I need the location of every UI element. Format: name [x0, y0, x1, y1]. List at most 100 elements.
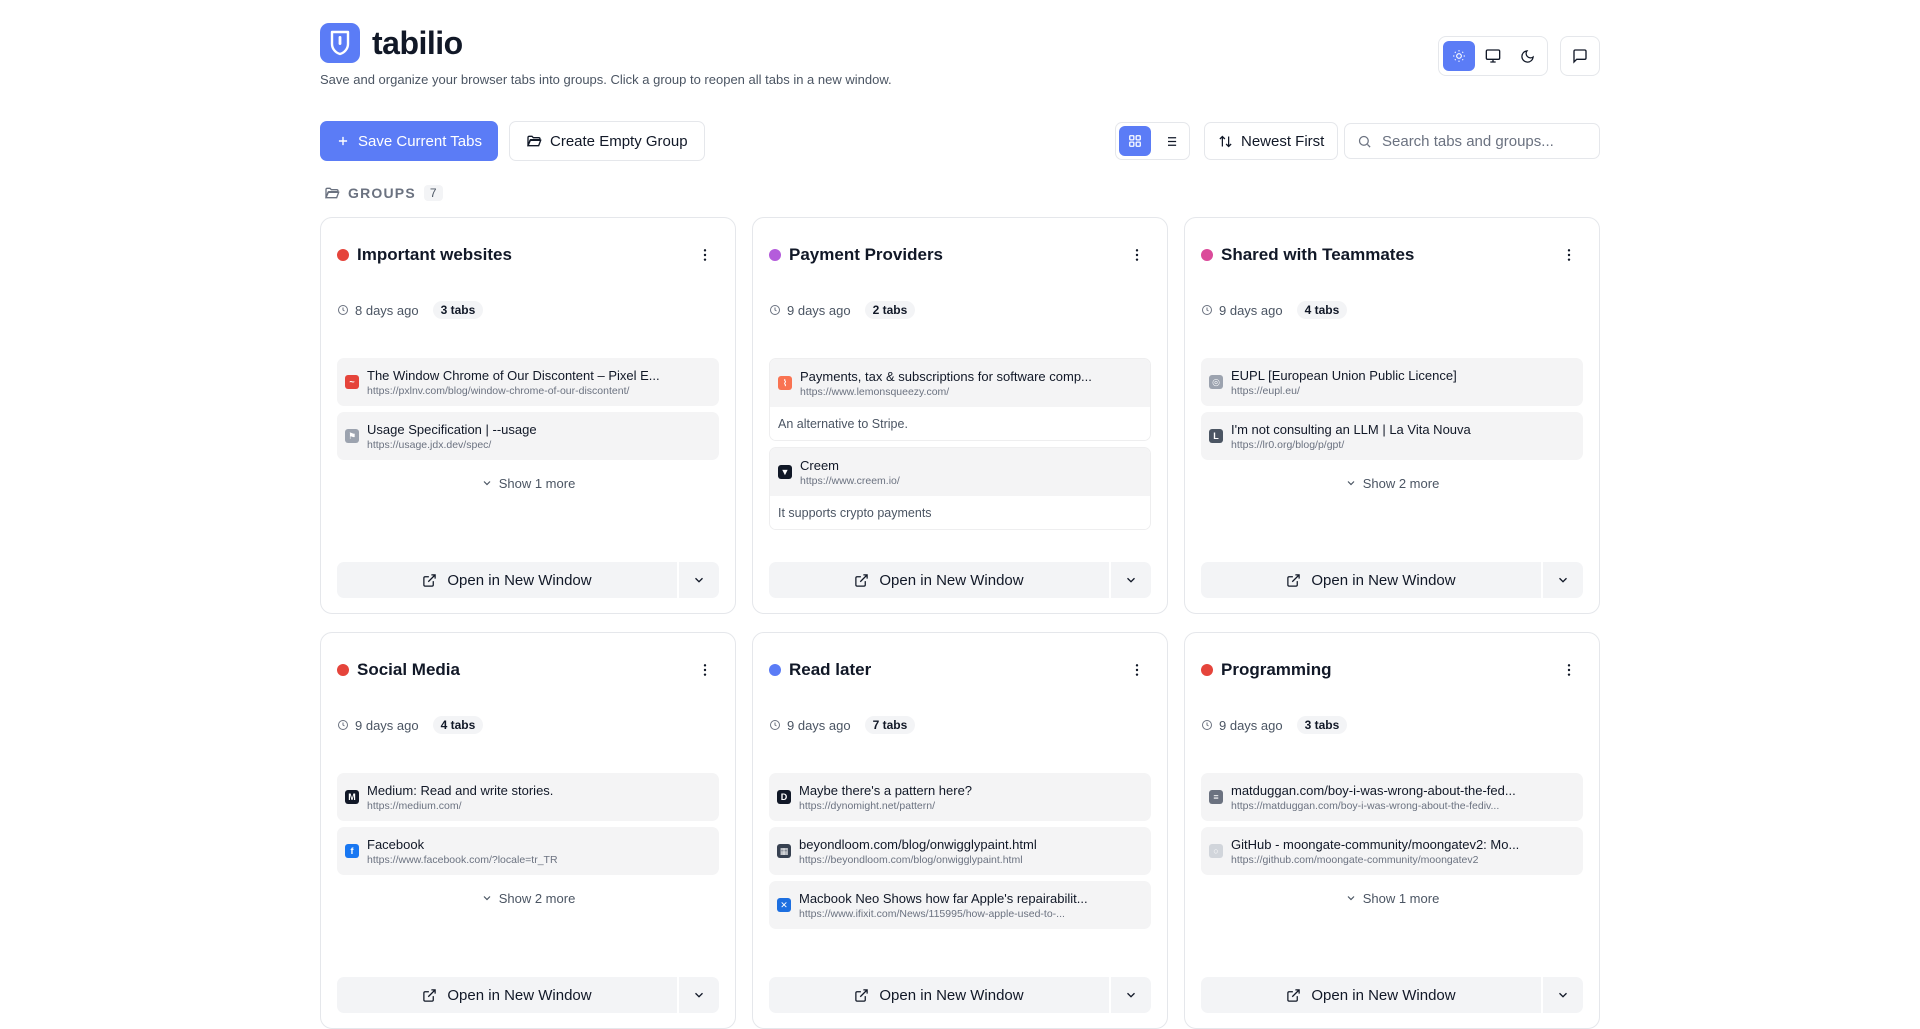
tab-item[interactable]: D Maybe there's a pattern here? https://dy…: [769, 773, 1151, 821]
group-meta: 9 days ago 3 tabs: [1201, 716, 1348, 734]
favicon-icon: ◎: [1209, 375, 1223, 389]
tab-item[interactable]: ▼ Creem https://www.creem.io/: [770, 448, 1150, 496]
group-card[interactable]: Read later 9 days ago 7 tabs D Maybe ther…: [752, 632, 1168, 1029]
tab-url: https://usage.jdx.dev/spec/: [367, 438, 492, 451]
tab-item[interactable]: ⌇ Payments, tax & subscriptions for softw…: [770, 359, 1150, 407]
sort-arrows-icon: [1219, 135, 1232, 147]
tab-item[interactable]: ⚑ Usage Specification | --usage https://us…: [337, 412, 719, 460]
list-view-button[interactable]: [1154, 126, 1186, 156]
tab-item[interactable]: ▦ beyondloom.com/blog/onwigglypaint.html h…: [769, 827, 1151, 875]
open-options-dropdown[interactable]: [1543, 562, 1583, 598]
open-options-dropdown[interactable]: [679, 562, 719, 598]
show-more-button[interactable]: Show 2 more: [1201, 470, 1583, 496]
group-menu-button[interactable]: [1555, 241, 1583, 269]
tab-title: Maybe there's a pattern here?: [799, 782, 973, 798]
open-options-dropdown[interactable]: [1543, 977, 1583, 1013]
group-menu-button[interactable]: [691, 656, 719, 684]
show-more-label: Show 1 more: [498, 475, 576, 491]
clock-icon: [770, 305, 780, 315]
tab-item[interactable]: ◎ EUPL [European Union Public Licence] htt…: [1201, 358, 1583, 406]
more-vertical-icon: [1135, 249, 1139, 261]
chevron-down-icon: [1127, 577, 1135, 583]
tab-count-badge: 2 tabs: [864, 301, 916, 319]
tab-item[interactable]: f Facebook https://www.facebook.com/?local…: [337, 827, 719, 875]
tab-url: https://pxlnv.com/blog/window-chrome-of-…: [367, 384, 630, 397]
group-menu-button[interactable]: [691, 241, 719, 269]
show-more-button[interactable]: Show 1 more: [337, 470, 719, 496]
clock-icon: [338, 305, 348, 315]
tab-url: https://matduggan.com/boy-i-was-wrong-ab…: [1231, 799, 1500, 812]
group-card[interactable]: Programming 9 days ago 3 tabs ≡ matduggan…: [1184, 632, 1600, 1029]
group-color-dot: [769, 664, 781, 676]
tab-item[interactable]: ~ The Window Chrome of Our Discontent – P…: [337, 358, 719, 406]
grid-icon: [1129, 135, 1141, 147]
system-theme-button[interactable]: [1477, 41, 1509, 71]
create-empty-group-button[interactable]: Create Empty Group: [509, 121, 705, 161]
tab-item[interactable]: ○ GitHub - moongate-community/moongatev2:…: [1201, 827, 1583, 875]
search-input[interactable]: [1382, 132, 1582, 150]
show-more-button[interactable]: Show 1 more: [1201, 885, 1583, 911]
group-title: Social Media: [357, 660, 460, 679]
sort-button[interactable]: Newest First: [1204, 122, 1339, 160]
moon-icon: [1520, 49, 1534, 63]
tab-item[interactable]: L I'm not consulting an LLM | La Vita Nou…: [1201, 412, 1583, 460]
feedback-button[interactable]: [1560, 36, 1600, 76]
open-in-new-window-button[interactable]: Open in New Window: [769, 977, 1109, 1013]
favicon-icon: ▼: [778, 465, 792, 479]
group-card[interactable]: Payment Providers 9 days ago 2 tabs ⌇ Pay…: [752, 217, 1168, 614]
tab-item[interactable]: ≡ matduggan.com/boy-i-was-wrong-about-the…: [1201, 773, 1583, 821]
save-current-tabs-button[interactable]: Save Current Tabs: [320, 121, 498, 161]
chevron-down-icon: [1127, 992, 1135, 998]
external-link-icon: [855, 573, 869, 587]
external-link-icon: [1287, 573, 1301, 587]
open-options-dropdown[interactable]: [679, 977, 719, 1013]
plus-icon: [338, 136, 348, 146]
tab-text: matduggan.com/boy-i-was-wrong-about-the-…: [1231, 783, 1575, 812]
group-menu-button[interactable]: [1123, 241, 1151, 269]
dark-theme-button[interactable]: [1511, 41, 1543, 71]
favicon-icon: ▦: [777, 844, 791, 858]
favicon-icon: ⚑: [345, 429, 359, 443]
tab-url: https://eupl.eu/: [1231, 384, 1300, 397]
show-more-label: Show 2 more: [1362, 475, 1440, 491]
group-title: Programming: [1221, 660, 1332, 679]
tab-title: The Window Chrome of Our Discontent – Pi…: [367, 367, 660, 383]
open-in-new-window-label: Open in New Window: [447, 986, 592, 1004]
open-in-new-window-button[interactable]: Open in New Window: [337, 977, 677, 1013]
group-title: Payment Providers: [789, 245, 944, 264]
open-options-dropdown[interactable]: [1111, 977, 1151, 1013]
groups-label: GROUPS: [348, 185, 416, 201]
group-card-header: Important websites: [337, 241, 719, 269]
show-more-button[interactable]: Show 2 more: [337, 885, 719, 911]
tab-title: matduggan.com/boy-i-was-wrong-about-the-…: [1231, 782, 1516, 798]
more-vertical-icon: [1135, 664, 1139, 676]
open-in-new-window-button[interactable]: Open in New Window: [1201, 562, 1541, 598]
open-in-new-window-button[interactable]: Open in New Window: [1201, 977, 1541, 1013]
external-link-icon: [423, 988, 437, 1002]
tab-text: Usage Specification | --usage https://usa…: [367, 422, 711, 451]
tab-title: beyondloom.com/blog/onwigglypaint.html: [799, 836, 1037, 852]
group-menu-button[interactable]: [1555, 656, 1583, 684]
open-options-dropdown[interactable]: [1111, 562, 1151, 598]
group-card[interactable]: Important websites 8 days ago 3 tabs ~ Th…: [320, 217, 736, 614]
group-card[interactable]: Social Media 9 days ago 4 tabs M Medium: …: [320, 632, 736, 1029]
open-in-new-window-button[interactable]: Open in New Window: [337, 562, 677, 598]
open-in-new-window-button[interactable]: Open in New Window: [769, 562, 1109, 598]
group-age: 9 days ago: [355, 717, 419, 733]
chevron-down-icon: [1559, 992, 1567, 998]
group-card[interactable]: Shared with Teammates 9 days ago 4 tabs …: [1184, 217, 1600, 614]
open-in-new-window-label: Open in New Window: [447, 571, 592, 589]
more-vertical-icon: [703, 664, 707, 676]
group-meta: 8 days ago 3 tabs: [337, 301, 484, 319]
open-bar: Open in New Window: [1201, 562, 1583, 598]
chevron-down-icon: [1347, 896, 1355, 901]
tab-url: https://www.lemonsqueezy.com/: [800, 385, 950, 398]
tab-item[interactable]: ✕ Macbook Neo Shows how far Apple's repai…: [769, 881, 1151, 929]
tab-item[interactable]: M Medium: Read and write stories. https://…: [337, 773, 719, 821]
open-bar: Open in New Window: [769, 562, 1151, 598]
light-theme-button[interactable]: [1443, 41, 1475, 71]
grid-view-button[interactable]: [1119, 126, 1151, 156]
group-menu-button[interactable]: [1123, 656, 1151, 684]
external-link-icon: [1287, 988, 1301, 1002]
list-icon: [1164, 136, 1176, 146]
